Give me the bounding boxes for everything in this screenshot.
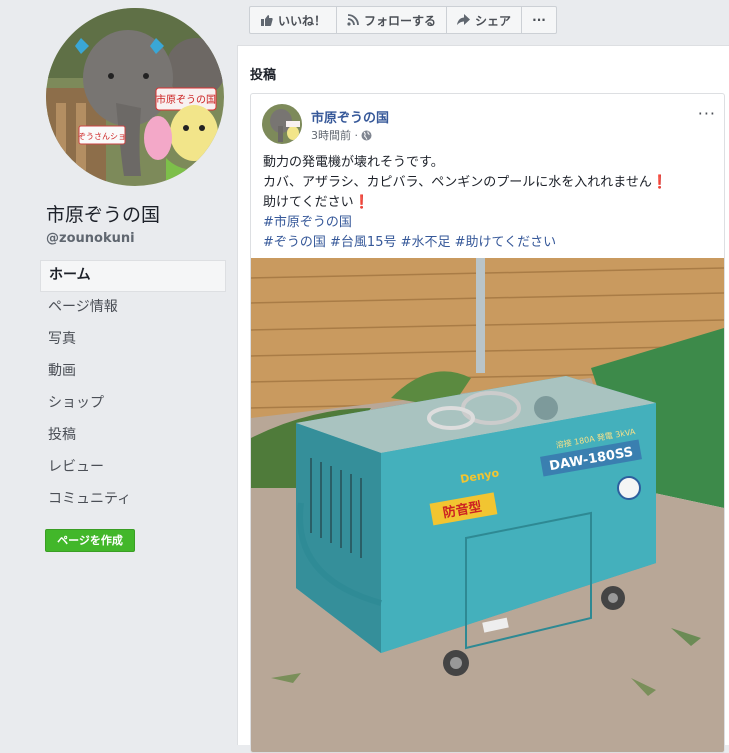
post-options-icon[interactable]: ··· [698,104,716,123]
post-hashtag-line-2[interactable]: #ぞうの国 #台風15号 #水不足 #助けてください [263,233,718,253]
share-button[interactable]: シェア [447,7,523,33]
post-line-2-text: カバ、アザラシ、カピバラ、ペンギンのプールに水を入れれません [263,175,652,190]
avatar-sign-text: 市原ぞうの国 [156,93,216,106]
avatar-sign-text-2: ぞうさんショ [78,132,126,141]
exclamation-icon: ❗ [353,195,370,210]
nav-item-photos[interactable]: 写真 [40,324,226,356]
post-time-text: 3時間前 · [311,129,358,142]
follow-label: フォローする [364,13,437,28]
like-button[interactable]: いいね！ [250,7,338,33]
rss-icon [347,14,359,26]
post-author-avatar[interactable] [262,104,302,144]
nav-item-community[interactable]: コミュニティ [40,484,226,516]
exclamation-icon: ❗ [651,175,669,190]
thumbs-up-icon [261,14,273,26]
globe-icon [361,130,372,140]
post-line-1: 動力の発電機が壊れそうです。 [263,155,444,170]
post-photo[interactable]: DAW-180SS 溶接 180A 発電 3kVA Denyo 防音型 [251,258,724,752]
page-nav: ホーム ページ情報 写真 動画 ショップ 投稿 レビュー コミュニティ [40,260,226,516]
post-hashtag-line-1[interactable]: #市原ぞうの国 [263,213,718,233]
nav-item-videos[interactable]: 動画 [40,356,226,388]
nav-item-posts[interactable]: 投稿 [40,420,226,452]
page-name[interactable]: 市原ぞうの国 [46,200,160,227]
post-message: 動力の発電機が壊れそうです。 カバ、アザラシ、カピバラ、ペンギンのプールに水を入… [263,153,718,253]
nav-item-about[interactable]: ページ情報 [40,292,226,324]
nav-item-home[interactable]: ホーム [40,260,226,292]
nav-item-reviews[interactable]: レビュー [40,452,226,484]
create-page-button[interactable]: ページを作成 [45,529,135,552]
left-column: 市原ぞうの国 ぞうさんショ 市原ぞうの国 @zounokuni ホーム ページ情… [0,0,236,735]
post-card: 市原ぞうの国 3時間前 · ··· 動力の発電機が壊れそうです。 カバ、アザラシ… [250,93,725,753]
share-arrow-icon [457,14,471,25]
post-line-2: カバ、アザラシ、カピバラ、ペンギンのプールに水を入れれません❗ [263,173,718,193]
page-action-bar: いいね！ フォローする シェア ··· [249,6,557,34]
follow-button[interactable]: フォローする [337,7,448,33]
nav-item-shop[interactable]: ショップ [40,388,226,420]
page-handle[interactable]: @zounokuni [46,231,135,246]
post-author-name[interactable]: 市原ぞうの国 [311,107,389,126]
posts-section-title: 投稿 [250,68,277,83]
like-label: いいね！ [278,13,327,28]
profile-picture[interactable]: 市原ぞうの国 ぞうさんショ [46,8,224,186]
post-line-3: 助けてください❗ [263,193,718,213]
share-label: シェア [475,13,512,28]
post-timestamp[interactable]: 3時間前 · [311,127,372,143]
more-options-button[interactable]: ··· [522,7,556,33]
posts-panel: 投稿 市原ぞうの国 3時間前 · ··· 動力の発電機が壊れそうです。 カバ、ア… [237,45,729,753]
post-line-3-text: 助けてください [263,195,354,210]
